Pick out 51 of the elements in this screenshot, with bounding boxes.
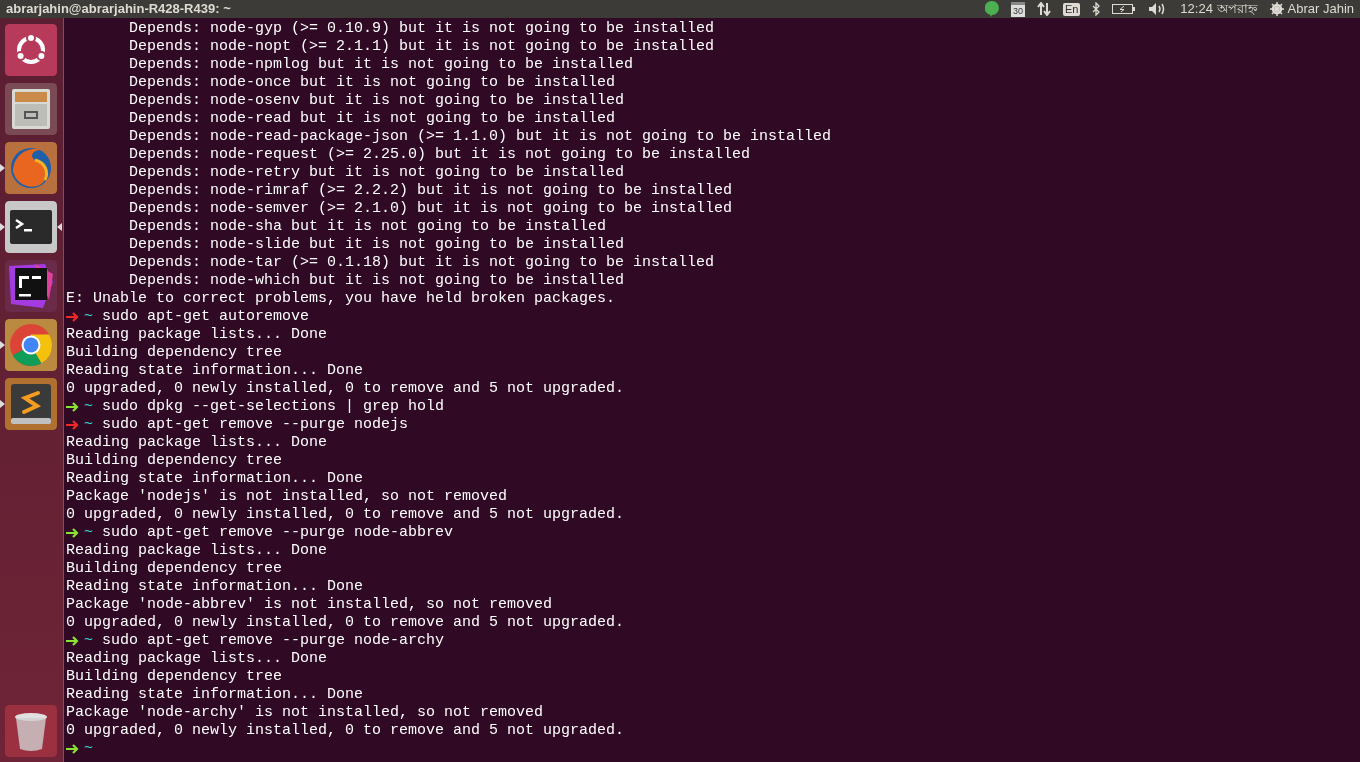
prompt-directory: ~ [84, 398, 93, 416]
terminal-line: Package 'node-archy' is not installed, so not removed [66, 704, 545, 722]
window-title: abrarjahin@abrarjahin-R428-R439: ~ [6, 0, 231, 19]
terminal-line: Depends: node-semver (>= 2.1.0) but it is not going to be installed [128, 200, 734, 218]
terminal-line: Depends: node-read but it is not going to be installed [128, 110, 617, 128]
terminal-line: Depends: node-nopt (>= 2.1.1) but it is not going to be installed [128, 38, 716, 56]
terminal-line: Depends: node-request (>= 2.25.0) but it is not going to be installed [128, 146, 752, 164]
terminal-command: sudo dpkg --get-selections | grep hold [102, 398, 445, 416]
terminal-line: Depends: node-sha but it is not going to be installed [128, 218, 608, 236]
terminal-line: Depends: node-once but it is not going to be installed [128, 74, 617, 92]
terminal-line: Reading state information... Done [66, 470, 365, 488]
terminal-line: Building dependency tree [66, 668, 284, 686]
calendar-indicator[interactable]: 30 [1010, 1, 1025, 17]
terminal-line: Building dependency tree [66, 560, 284, 578]
prompt-directory: ~ [84, 632, 93, 650]
terminal-line: 0 upgraded, 0 newly installed, 0 to remove and 5 not upgraded. [66, 506, 626, 524]
terminal-line: 0 upgraded, 0 newly installed, 0 to remove and 5 not upgraded. [66, 722, 626, 740]
prompt-directory: ~ [84, 308, 93, 326]
terminal-line: Depends: node-retry but it is not going to be installed [128, 164, 626, 182]
terminal-line: Package 'nodejs' is not installed, so not removed [66, 488, 509, 506]
terminal-line: Depends: node-rimraf (>= 2.2.2) but it is not going to be installed [128, 182, 734, 200]
terminal-command: sudo apt-get remove --purge nodejs [102, 416, 409, 434]
terminal-command: sudo apt-get remove --purge node-archy [102, 632, 445, 650]
terminal-command: sudo apt-get remove --purge node-abbrev [102, 524, 454, 542]
terminal-line: Building dependency tree [66, 452, 284, 470]
terminal-line: Depends: node-gyp (>= 0.10.9) but it is not going to be installed [128, 20, 716, 38]
terminal-line: Depends: node-which but it is not going to be installed [128, 272, 626, 290]
terminal-line: Depends: node-osenv but it is not going to be installed [128, 92, 626, 110]
terminal-line: 0 upgraded, 0 newly installed, 0 to remove and 5 not upgraded. [66, 614, 626, 632]
prompt-directory: ~ [84, 416, 93, 434]
terminal-line: Reading state information... Done [66, 578, 365, 596]
prompt-directory: ~ [84, 740, 93, 758]
terminal-line: Reading package lists... Done [66, 326, 329, 344]
terminal-line: Depends: node-slide but it is not going to be installed [128, 236, 626, 254]
keyboard-layout-indicator[interactable]: En [1062, 2, 1081, 16]
terminal-line: Reading package lists... Done [66, 434, 329, 452]
terminal-line: Reading package lists... Done [66, 542, 329, 560]
terminal-line: E: Unable to correct problems, you have held broken packages. [66, 290, 617, 308]
terminal-line: Depends: node-tar (>= 0.1.18) but it is not going to be installed [128, 254, 716, 272]
terminal-line: Building dependency tree [66, 344, 284, 362]
prompt-directory: ~ [84, 524, 93, 542]
terminal-line: Reading state information... Done [66, 686, 365, 704]
clock[interactable]: 12:24 অপরাহ্ন [1180, 0, 1258, 19]
terminal-line: Reading package lists... Done [66, 650, 329, 668]
user-name[interactable]: Abrar Jahin [1287, 0, 1354, 19]
terminal-line: Depends: node-npmlog but it is not going to be installed [128, 56, 635, 74]
terminal-line: Depends: node-read-package-json (>= 1.1.0) but it is not going to be installed [128, 128, 833, 146]
terminal-line: Package 'node-abbrev' is not installed, so not removed [66, 596, 554, 614]
terminal-line: Reading state information... Done [66, 362, 365, 380]
terminal-command: sudo apt-get autoremove [102, 308, 310, 326]
terminal-line: 0 upgraded, 0 newly installed, 0 to remove and 5 not upgraded. [66, 380, 626, 398]
